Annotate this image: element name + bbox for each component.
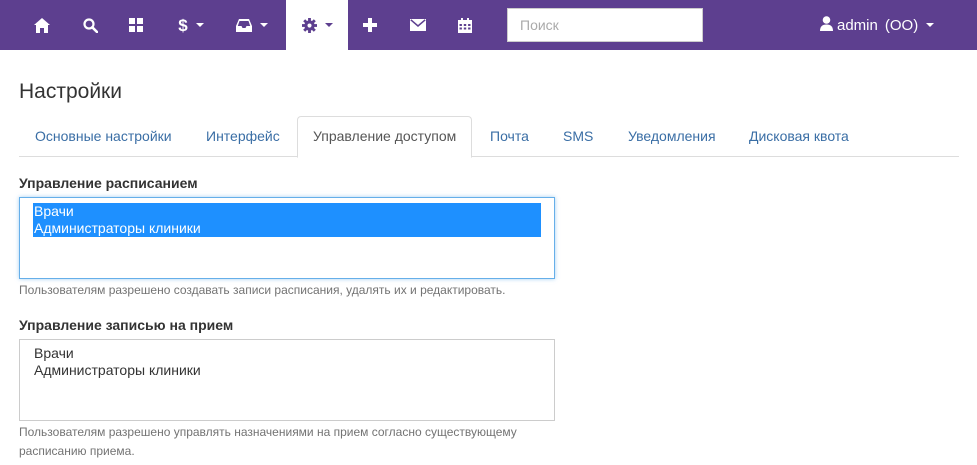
chevron-down-icon: [195, 23, 204, 27]
schedule-management-label: Управление расписанием: [19, 175, 198, 191]
calendar-button[interactable]: [445, 0, 485, 50]
list-option[interactable]: Врачи: [33, 203, 541, 220]
list-option[interactable]: Администраторы клиники: [33, 220, 541, 237]
tab-sms[interactable]: SMS: [563, 116, 593, 157]
top-navbar: $ admin (ОО): [0, 0, 977, 50]
add-button[interactable]: [350, 0, 390, 50]
user-name: admin: [837, 16, 878, 34]
list-option[interactable]: Администраторы клиники: [33, 362, 541, 379]
envelope-icon: [410, 19, 426, 31]
plus-icon: [363, 18, 377, 32]
user-menu[interactable]: admin (ОО): [820, 0, 935, 50]
chevron-down-icon: [926, 23, 935, 27]
page-title: Настройки: [19, 80, 122, 103]
user-org: (ОО): [884, 16, 919, 34]
chevron-down-icon: [324, 23, 333, 27]
home-button[interactable]: [22, 0, 62, 50]
dashboard-grid-icon: [129, 18, 143, 32]
tab-mail[interactable]: Почта: [490, 116, 529, 157]
inbox-icon: [236, 18, 252, 32]
dashboard-button[interactable]: [116, 0, 156, 50]
tab-general-settings[interactable]: Основные настройки: [35, 116, 172, 157]
appointment-management-label: Управление записью на прием: [19, 317, 234, 333]
chevron-down-icon: [260, 23, 268, 27]
settings-tabs: Основные настройки Интерфейс Управление …: [19, 116, 959, 158]
search-button[interactable]: [70, 0, 110, 50]
tab-interface[interactable]: Интерфейс: [206, 116, 280, 157]
user-icon: [820, 15, 833, 35]
messages-button[interactable]: [398, 0, 438, 50]
tab-disk-quota[interactable]: Дисковая квота: [749, 116, 849, 157]
gear-icon: [301, 17, 317, 33]
inbox-menu[interactable]: [226, 0, 278, 50]
dollar-icon: $: [178, 15, 188, 35]
search-icon: [82, 17, 98, 33]
schedule-management-help: Пользователям разрешено создавать записи…: [19, 283, 506, 297]
search-input[interactable]: [507, 8, 703, 42]
finance-menu[interactable]: $: [166, 0, 216, 50]
tab-access-control[interactable]: Управление доступом: [297, 116, 473, 158]
tab-notifications[interactable]: Уведомления: [628, 116, 716, 157]
calendar-icon: [458, 17, 472, 33]
appointment-management-help: Пользователям разрешено управлять назнач…: [19, 425, 517, 458]
home-icon: [34, 17, 50, 33]
list-option[interactable]: Врачи: [33, 345, 541, 362]
appointment-management-listbox[interactable]: Врачи Администраторы клиники: [19, 339, 555, 421]
settings-menu[interactable]: [286, 0, 348, 50]
schedule-management-listbox[interactable]: Врачи Администраторы клиники: [19, 197, 555, 279]
